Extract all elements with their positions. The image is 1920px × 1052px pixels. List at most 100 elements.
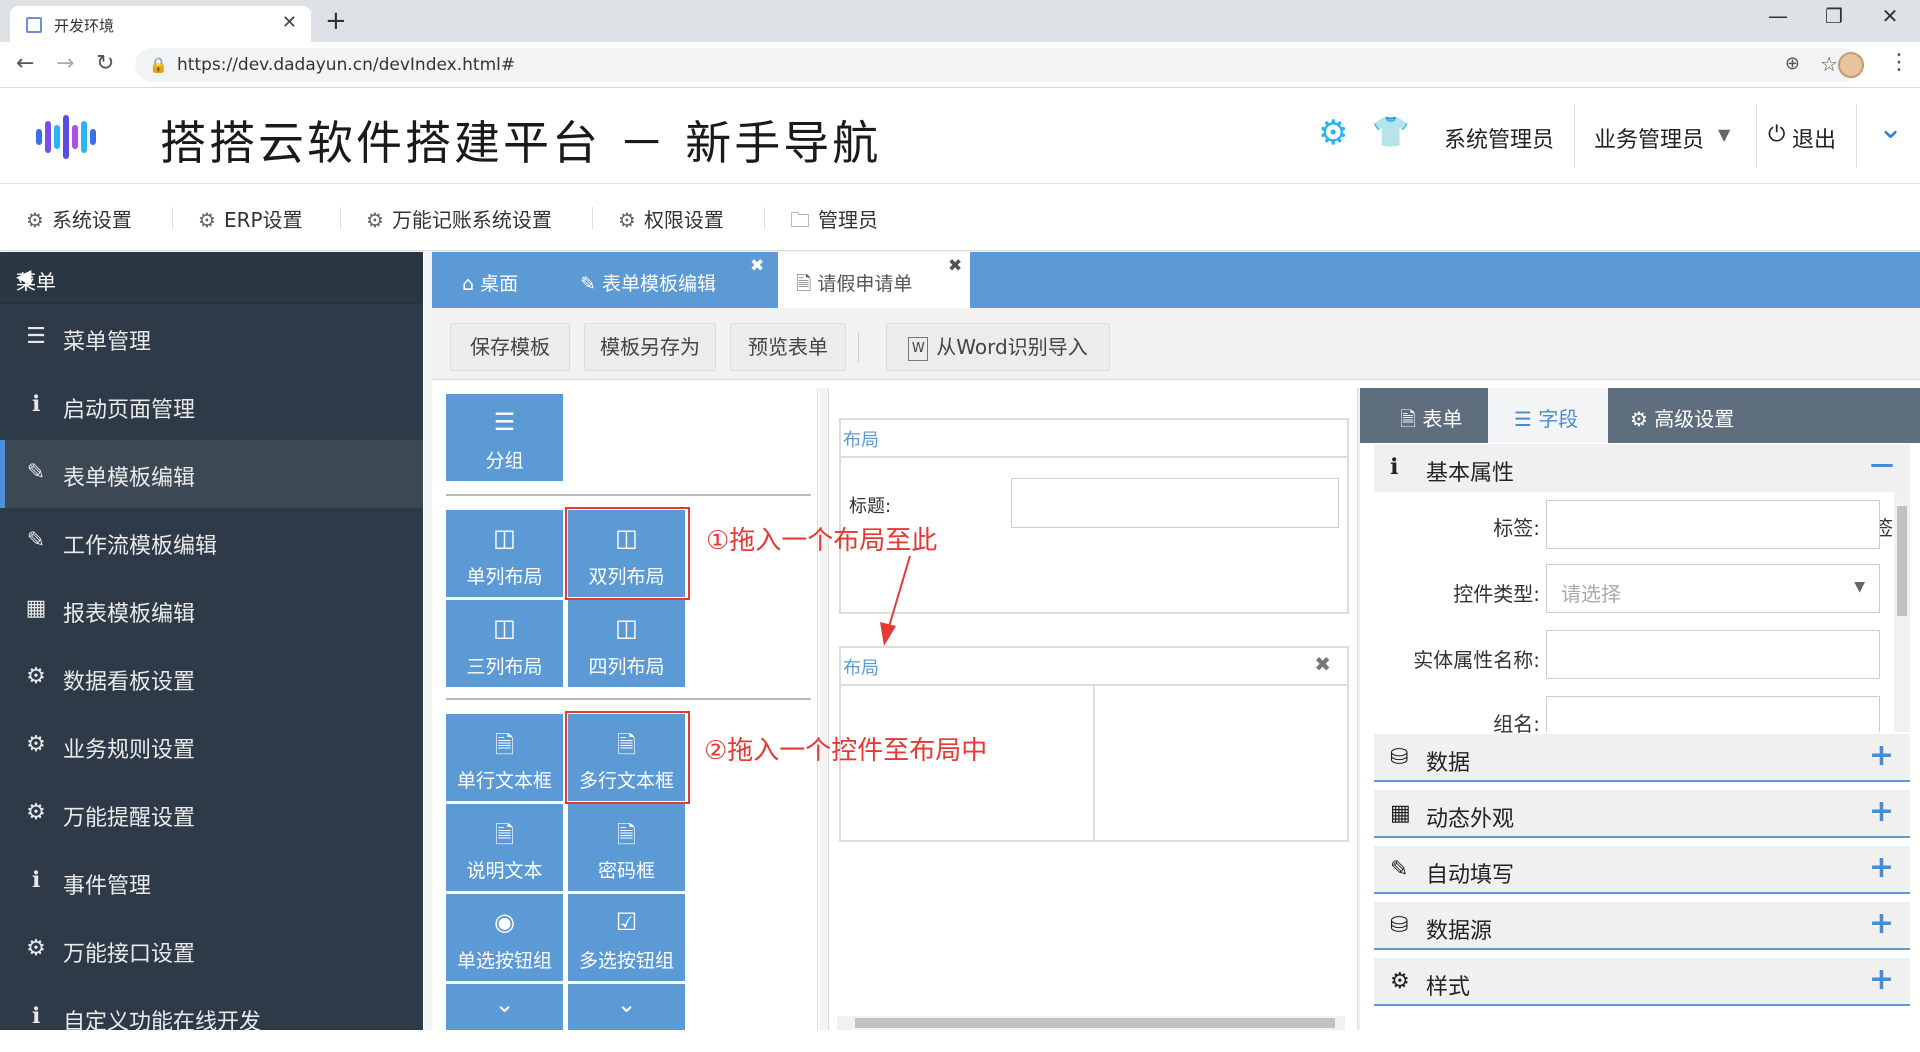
table-icon: ▦ [25, 596, 47, 621]
sidebar-item-api-settings[interactable]: ⚙ 万能接口设置 [0, 916, 423, 984]
palette-three-column-layout[interactable]: ◫ 三列布局 [446, 600, 563, 687]
sidebar-item-event-management[interactable]: ℹ 事件管理 [0, 848, 423, 916]
remove-layout-icon[interactable]: ✖ [1314, 652, 1331, 676]
logout-link[interactable]: 退出 [1792, 122, 1836, 154]
save-template-button[interactable]: 保存模板 [450, 323, 570, 371]
section-data-source[interactable]: ⛁ 数据源 + [1374, 902, 1910, 950]
forward-arrow-icon[interactable]: → [56, 51, 74, 76]
document-icon: 🗎 [494, 731, 515, 759]
sidebar-item-startup-pages[interactable]: ℹ 启动页面管理 [0, 372, 423, 440]
section-style[interactable]: ⚙ 样式 + [1374, 958, 1910, 1006]
tab-field[interactable]: ☰ 字段 [1488, 388, 1608, 443]
expand-plus-icon[interactable]: + [1869, 738, 1894, 773]
sidebar-item-menu-management[interactable]: ☰ 菜单管理 [0, 304, 423, 372]
minimize-window-button[interactable]: — [1758, 4, 1798, 28]
topmenu-accounting-settings[interactable]: ⚙ 万能记账系统设置 [366, 204, 552, 233]
settings-gear-icon[interactable]: ⚙ [1318, 113, 1348, 153]
profile-avatar[interactable] [1838, 52, 1864, 78]
columns-icon: ◫ [615, 614, 638, 642]
palette-four-column-layout[interactable]: ◫ 四列布局 [568, 600, 685, 687]
reload-icon[interactable]: ↻ [96, 51, 114, 76]
entity-property-input[interactable] [1546, 630, 1880, 679]
palette-single-line-textbox[interactable]: 🗎 单行文本框 [446, 714, 563, 801]
new-tab-button[interactable]: + [325, 6, 347, 36]
save-template-as-button[interactable]: 模板另存为 [584, 323, 716, 371]
topmenu-system-settings[interactable]: ⚙ 系统设置 [26, 204, 132, 233]
sidebar-item-dashboard-settings[interactable]: ⚙ 数据看板设置 [0, 644, 423, 712]
system-admin-link[interactable]: 系统管理员 [1444, 122, 1554, 154]
close-tab-icon[interactable]: ✕ [282, 12, 297, 33]
palette-resize-handle[interactable] [819, 388, 828, 1030]
palette-radio-group[interactable]: ◉ 单选按钮组 [446, 894, 563, 981]
back-arrow-icon[interactable]: ← [16, 51, 34, 76]
browser-menu-icon[interactable]: ⋮ [1888, 50, 1910, 75]
tab-desktop[interactable]: ⌂ 桌面 [432, 252, 562, 308]
bookmark-star-icon[interactable]: ☆ [1820, 52, 1838, 76]
control-type-select[interactable]: 请选择 ▼ [1546, 564, 1880, 613]
scrollbar-thumb[interactable] [1897, 506, 1907, 616]
info-icon: ℹ [31, 392, 41, 417]
tab-form[interactable]: 🗎 表单 [1360, 388, 1488, 443]
layout-column-right[interactable] [1095, 684, 1347, 840]
palette-group[interactable]: ☰ 分组 [446, 394, 563, 481]
sidebar-item-business-rules[interactable]: ⚙ 业务规则设置 [0, 712, 423, 780]
expand-chevron-icon[interactable]: ⌄ [1878, 111, 1903, 146]
section-basic-properties[interactable]: ℹ 基本属性 — [1374, 444, 1910, 492]
palette-checkbox-group[interactable]: ☑ 多选按钮组 [568, 894, 685, 981]
sidebar-item-label: 菜单管理 [63, 330, 152, 355]
section-autofill[interactable]: ✎ 自动填写 + [1374, 846, 1910, 894]
close-window-button[interactable]: ✕ [1870, 4, 1910, 28]
palette-password-box[interactable]: 🗎 密码框 [568, 804, 685, 891]
collapse-icon[interactable]: — [1870, 450, 1894, 478]
tab-form-template-edit[interactable]: ✎ 表单模板编辑 ✖ [562, 252, 772, 308]
expand-plus-icon[interactable]: + [1869, 962, 1894, 997]
canvas-horizontal-scrollbar[interactable] [837, 1016, 1345, 1030]
section-dynamic-appearance[interactable]: ▦ 动态外观 + [1374, 790, 1910, 838]
palette-more-1[interactable]: ⌄ [446, 984, 563, 1030]
sidebar-item-reminder-settings[interactable]: ⚙ 万能提醒设置 [0, 780, 423, 848]
topmenu-permission-settings[interactable]: ⚙ 权限设置 [618, 204, 724, 233]
topmenu-erp-settings[interactable]: ⚙ ERP设置 [198, 204, 303, 233]
sidebar-item-report-template-edit[interactable]: ▦ 报表模板编辑 [0, 576, 423, 644]
palette-label: 分组 [485, 450, 524, 472]
topmenu-admin[interactable]: 🗀 管理员 [790, 204, 878, 240]
palette-single-column-layout[interactable]: ◫ 单列布局 [446, 510, 563, 597]
palette-label: 三列布局 [466, 656, 543, 678]
properties-scrollbar[interactable] [1894, 492, 1910, 732]
section-label: 数据源 [1426, 919, 1493, 944]
sidebar-item-form-template-edit[interactable]: ✎ 表单模板编辑 [0, 440, 423, 508]
url-text[interactable]: https://dev.dadayun.cn/devIndex.html# [177, 55, 515, 75]
expand-plus-icon[interactable]: + [1869, 906, 1894, 941]
tab-advanced-settings[interactable]: ⚙ 高级设置 [1608, 388, 1758, 443]
expand-plus-icon[interactable]: + [1869, 794, 1894, 829]
maximize-window-button[interactable]: ❐ [1814, 4, 1854, 28]
form-editor-toolbar: 保存模板 模板另存为 预览表单 W 从Word识别导入 [432, 308, 1920, 380]
palette-more-2[interactable]: ⌄ [568, 984, 685, 1030]
sidebar-item-workflow-template-edit[interactable]: ✎ 工作流模板编辑 [0, 508, 423, 576]
close-tab-icon[interactable]: ✖ [750, 256, 764, 276]
sidebar-header: 菜单 ◀ [0, 252, 423, 304]
collapse-sidebar-icon[interactable]: ◀ [16, 264, 403, 288]
preview-form-button[interactable]: 预览表单 [730, 323, 846, 371]
group-name-input[interactable] [1546, 696, 1880, 732]
section-data[interactable]: ⛁ 数据 + [1374, 734, 1910, 782]
browser-tab[interactable]: 开发环境 ✕ [10, 6, 311, 42]
title-field-input[interactable] [1011, 478, 1339, 528]
scrollbar-thumb[interactable] [855, 1018, 1335, 1028]
palette-description-text[interactable]: 🗎 说明文本 [446, 804, 563, 891]
sidebar-item-label: 数据看板设置 [63, 670, 196, 695]
import-from-word-button[interactable]: W 从Word识别导入 [886, 323, 1110, 371]
address-bar[interactable]: 🔒 https://dev.dadayun.cn/devIndex.html# … [135, 48, 1860, 82]
tag-input[interactable] [1546, 500, 1880, 549]
tab-leave-application[interactable]: 🗎 请假申请单 ✖ [778, 252, 970, 308]
business-admin-dropdown[interactable]: 业务管理员 [1594, 122, 1704, 154]
power-icon[interactable]: ⏻ [1768, 122, 1785, 147]
close-tab-icon[interactable]: ✖ [948, 256, 962, 276]
sidebar-resize-handle[interactable] [424, 252, 432, 1030]
menu-divider [340, 207, 341, 229]
zoom-icon[interactable]: ⊕ [1785, 53, 1800, 74]
theme-shirt-icon[interactable]: 👕 [1372, 115, 1409, 150]
sidebar-item-custom-dev[interactable]: ℹ 自定义功能在线开发 [0, 984, 423, 1052]
expand-plus-icon[interactable]: + [1869, 850, 1894, 885]
caret-down-icon[interactable]: ▼ [1718, 125, 1730, 144]
